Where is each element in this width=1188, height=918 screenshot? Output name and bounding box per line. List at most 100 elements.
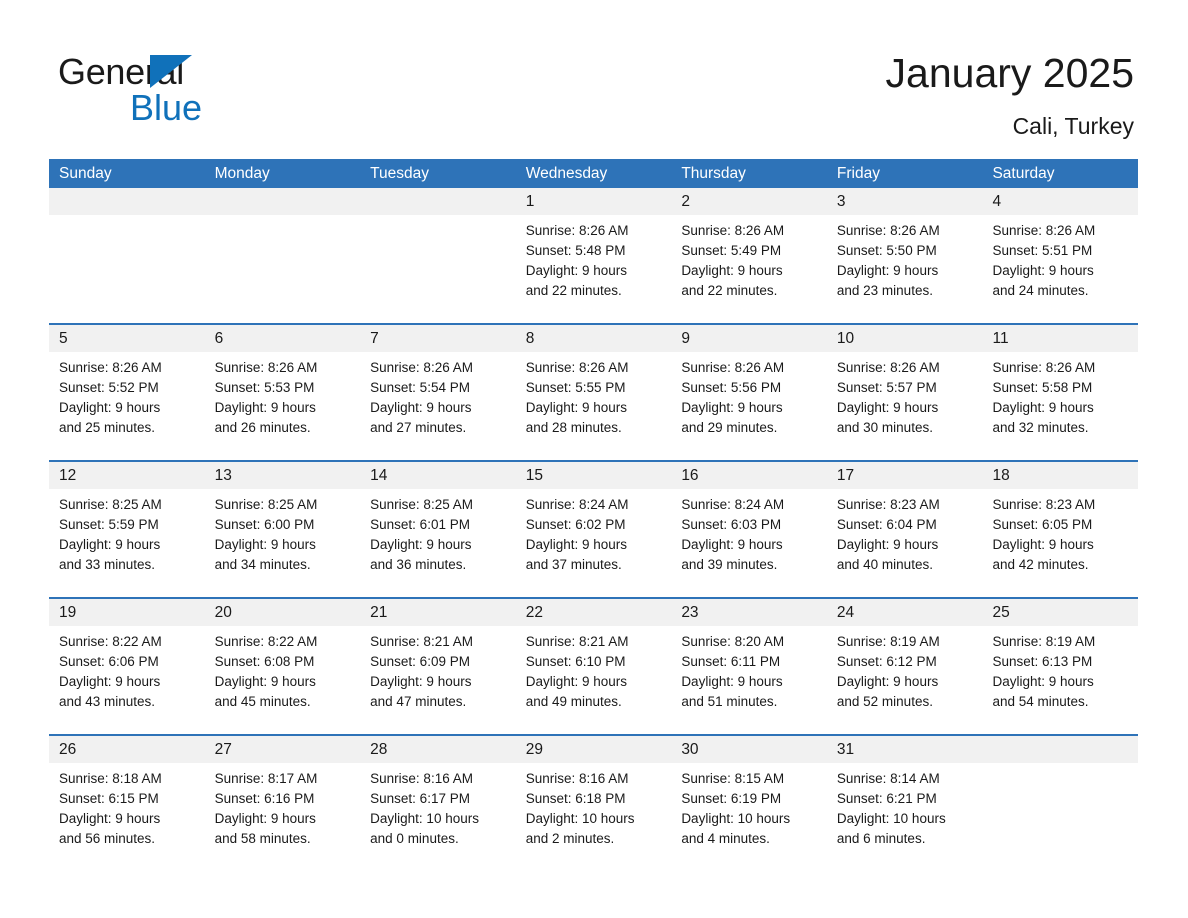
day-cell[interactable]: 15 Sunrise: 8:24 AM Sunset: 6:02 PM Dayligh… xyxy=(515,462,672,591)
day-cell[interactable]: 29 Sunrise: 8:16 AM Sunset: 6:18 PM Dayligh… xyxy=(515,736,672,865)
day-details: Sunrise: 8:21 AM Sunset: 6:09 PM Daylight:… xyxy=(360,626,516,712)
day-cell[interactable]: 30 Sunrise: 8:15 AM Sunset: 6:19 PM Dayligh… xyxy=(671,736,827,865)
day-cell[interactable]: 9 Sunrise: 8:26 AM Sunset: 5:56 PM Daylight… xyxy=(671,325,827,454)
day-number: 8 xyxy=(515,325,672,352)
day-cell[interactable]: 24 Sunrise: 8:19 AM Sunset: 6:12 PM Dayligh… xyxy=(826,599,983,728)
sunrise-text: Sunrise: 8:26 AM xyxy=(836,360,940,375)
day-cell[interactable]: 17 Sunrise: 8:23 AM Sunset: 6:04 PM Dayligh… xyxy=(826,462,983,591)
day-cell[interactable]: 19 Sunrise: 8:22 AM Sunset: 6:06 PM Dayligh… xyxy=(49,599,205,728)
day-cell[interactable]: 5 Sunrise: 8:26 AM Sunset: 5:52 PM Daylight… xyxy=(49,325,205,454)
day-cell[interactable]: 22 Sunrise: 8:21 AM Sunset: 6:10 PM Dayligh… xyxy=(515,599,672,728)
sunset-text: Sunset: 6:12 PM xyxy=(836,654,937,669)
daylight-text-line1: Daylight: 9 hours xyxy=(836,263,939,278)
day-cell[interactable]: 13 Sunrise: 8:25 AM Sunset: 6:00 PM Dayligh… xyxy=(204,462,361,591)
day-cell-empty xyxy=(49,188,205,317)
weekday-header-tuesday: Tuesday xyxy=(370,165,430,182)
week-cells: 26 Sunrise: 8:18 AM Sunset: 6:15 PM Dayligh… xyxy=(49,736,1139,865)
weekday-header-saturday: Saturday xyxy=(992,165,1055,182)
sunset-text: Sunset: 6:09 PM xyxy=(370,654,470,669)
day-cell[interactable]: 31 Sunrise: 8:14 AM Sunset: 6:21 PM Dayligh… xyxy=(826,736,983,865)
sunset-text: Sunset: 5:57 PM xyxy=(836,380,937,395)
week-cells: 1 Sunrise: 8:26 AM Sunset: 5:48 PM Daylight… xyxy=(49,188,1139,317)
daylight-text-line2: and 28 minutes. xyxy=(525,420,622,435)
day-cell-empty xyxy=(204,188,361,317)
day-cell[interactable]: 8 Sunrise: 8:26 AM Sunset: 5:55 PM Daylight… xyxy=(515,325,672,454)
daylight-text-line2: and 45 minutes. xyxy=(214,694,311,709)
sunset-text: Sunset: 6:13 PM xyxy=(992,654,1093,669)
sunrise-text: Sunrise: 8:24 AM xyxy=(525,497,629,512)
daylight-text-line1: Daylight: 9 hours xyxy=(59,674,161,689)
day-number: 27 xyxy=(204,736,361,763)
day-details: Sunrise: 8:16 AM Sunset: 6:18 PM Daylight:… xyxy=(516,763,672,849)
daylight-text-line1: Daylight: 9 hours xyxy=(525,674,628,689)
day-cell-empty xyxy=(360,188,516,317)
day-cell[interactable]: 16 Sunrise: 8:24 AM Sunset: 6:03 PM Dayligh… xyxy=(671,462,827,591)
sunrise-text: Sunrise: 8:19 AM xyxy=(836,634,940,649)
day-cell-empty xyxy=(982,736,1139,865)
day-number: 21 xyxy=(360,599,516,626)
daylight-text-line1: Daylight: 9 hours xyxy=(59,400,161,415)
weekday-header-friday: Friday xyxy=(836,165,880,182)
day-number: 31 xyxy=(826,736,983,763)
daylight-text-line2: and 40 minutes. xyxy=(836,557,933,572)
day-number: 13 xyxy=(204,462,361,489)
day-cell[interactable]: 14 Sunrise: 8:25 AM Sunset: 6:01 PM Dayligh… xyxy=(360,462,516,591)
day-cell[interactable]: 21 Sunrise: 8:21 AM Sunset: 6:09 PM Dayligh… xyxy=(360,599,516,728)
sunrise-text: Sunrise: 8:26 AM xyxy=(59,360,162,375)
day-number: 28 xyxy=(360,736,516,763)
day-details: Sunrise: 8:17 AM Sunset: 6:16 PM Daylight:… xyxy=(205,763,361,849)
day-cell[interactable]: 18 Sunrise: 8:23 AM Sunset: 6:05 PM Dayligh… xyxy=(982,462,1139,591)
day-cell[interactable]: 2 Sunrise: 8:26 AM Sunset: 5:49 PM Daylight… xyxy=(671,188,827,317)
calendar-weeks: 1 Sunrise: 8:26 AM Sunset: 5:48 PM Daylight… xyxy=(49,188,1139,865)
day-cell[interactable]: 23 Sunrise: 8:20 AM Sunset: 6:11 PM Dayligh… xyxy=(671,599,827,728)
general-blue-logo[interactable]: General Blue xyxy=(58,52,318,130)
sunset-text: Sunset: 5:58 PM xyxy=(992,380,1093,395)
day-number xyxy=(982,736,1139,763)
sunset-text: Sunset: 6:11 PM xyxy=(681,654,781,669)
daylight-text-line1: Daylight: 10 hours xyxy=(681,811,791,826)
day-number: 15 xyxy=(515,462,672,489)
sunrise-text: Sunrise: 8:24 AM xyxy=(681,497,785,512)
day-cell[interactable]: 1 Sunrise: 8:26 AM Sunset: 5:48 PM Daylight… xyxy=(515,188,672,317)
daylight-text-line2: and 51 minutes. xyxy=(681,694,778,709)
page-subtitle-location: Cali, Turkey xyxy=(1012,113,1134,139)
day-cell[interactable]: 6 Sunrise: 8:26 AM Sunset: 5:53 PM Daylight… xyxy=(204,325,361,454)
day-number: 9 xyxy=(671,325,827,352)
day-cell[interactable]: 10 Sunrise: 8:26 AM Sunset: 5:57 PM Dayligh… xyxy=(826,325,983,454)
daylight-text-line2: and 42 minutes. xyxy=(992,557,1089,572)
day-details: Sunrise: 8:26 AM Sunset: 5:53 PM Daylight:… xyxy=(205,352,361,438)
day-cell[interactable]: 11 Sunrise: 8:26 AM Sunset: 5:58 PM Dayligh… xyxy=(982,325,1139,454)
page-title: January 2025 xyxy=(885,50,1134,96)
sunrise-text: Sunrise: 8:15 AM xyxy=(681,771,785,786)
daylight-text-line2: and 25 minutes. xyxy=(59,420,156,435)
daylight-text-line1: Daylight: 9 hours xyxy=(992,263,1094,278)
day-cell[interactable]: 27 Sunrise: 8:17 AM Sunset: 6:16 PM Dayligh… xyxy=(204,736,361,865)
day-details: Sunrise: 8:26 AM Sunset: 5:56 PM Daylight:… xyxy=(671,352,827,438)
day-cell[interactable]: 3 Sunrise: 8:26 AM Sunset: 5:50 PM Daylight… xyxy=(826,188,983,317)
daylight-text-line1: Daylight: 9 hours xyxy=(836,537,939,552)
day-cell[interactable]: 25 Sunrise: 8:19 AM Sunset: 6:13 PM Dayligh… xyxy=(982,599,1139,728)
day-cell[interactable]: 4 Sunrise: 8:26 AM Sunset: 5:51 PM Daylight… xyxy=(982,188,1139,317)
sunrise-text: Sunrise: 8:18 AM xyxy=(59,771,162,786)
sunrise-text: Sunrise: 8:19 AM xyxy=(992,634,1096,649)
day-cell[interactable]: 7 Sunrise: 8:26 AM Sunset: 5:54 PM Daylight… xyxy=(360,325,516,454)
day-number: 14 xyxy=(360,462,516,489)
day-number: 5 xyxy=(49,325,205,352)
day-number: 11 xyxy=(982,325,1139,352)
day-details: Sunrise: 8:25 AM Sunset: 6:01 PM Daylight:… xyxy=(360,489,516,575)
day-cell[interactable]: 26 Sunrise: 8:18 AM Sunset: 6:15 PM Dayligh… xyxy=(49,736,205,865)
sunset-text: Sunset: 5:51 PM xyxy=(992,243,1093,258)
daylight-text-line1: Daylight: 9 hours xyxy=(525,400,628,415)
daylight-text-line2: and 26 minutes. xyxy=(214,420,311,435)
weekday-header-monday: Monday xyxy=(214,165,270,182)
sunset-text: Sunset: 6:06 PM xyxy=(59,654,159,669)
day-cell[interactable]: 20 Sunrise: 8:22 AM Sunset: 6:08 PM Dayligh… xyxy=(204,599,361,728)
day-cell[interactable]: 28 Sunrise: 8:16 AM Sunset: 6:17 PM Dayligh… xyxy=(360,736,516,865)
sunset-text: Sunset: 6:18 PM xyxy=(525,791,626,806)
day-details: Sunrise: 8:26 AM Sunset: 5:54 PM Daylight:… xyxy=(360,352,516,438)
day-cell[interactable]: 12 Sunrise: 8:25 AM Sunset: 5:59 PM Dayligh… xyxy=(49,462,205,591)
sunrise-text: Sunrise: 8:20 AM xyxy=(681,634,785,649)
sunrise-text: Sunrise: 8:25 AM xyxy=(214,497,318,512)
daylight-text-line1: Daylight: 9 hours xyxy=(681,400,783,415)
day-number xyxy=(360,188,516,215)
